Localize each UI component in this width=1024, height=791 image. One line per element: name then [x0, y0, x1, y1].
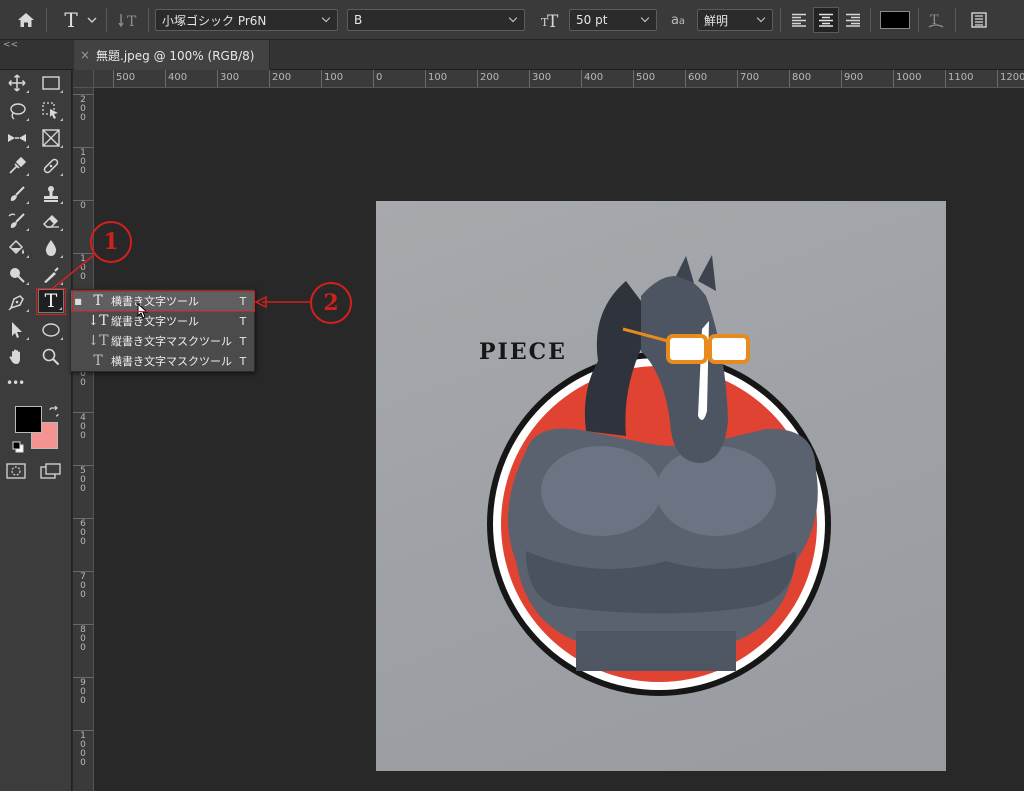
- callout-1: 1: [90, 221, 132, 263]
- photoshop-window: T T 小塚ゴシック Pr6N B TT 50 pt aa 鮮明 T << × …: [0, 0, 1024, 791]
- annotation-arrows: [52, 254, 310, 309]
- callout-2: 2: [310, 282, 352, 324]
